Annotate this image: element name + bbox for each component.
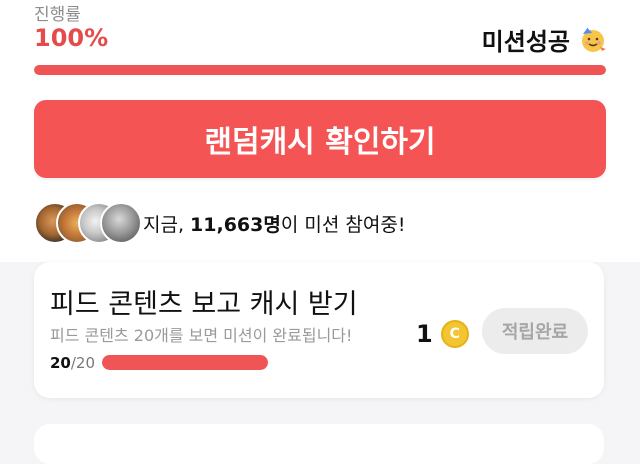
- mission-progress-count: 20/20: [50, 354, 95, 372]
- mission-card: 피드 콘텐츠 보고 캐시 받기 피드 콘텐츠 20개를 보면 미션이 완료됩니다…: [34, 262, 604, 398]
- mission-status: 미션성공: [482, 22, 608, 57]
- participants-prefix: 지금,: [143, 214, 191, 236]
- participants-count: 11,663명: [190, 214, 281, 236]
- cash-coin-icon: C: [440, 320, 469, 348]
- reward: 1 C: [416, 320, 469, 348]
- mission-title: 피드 콘텐츠 보고 캐시 받기: [50, 289, 358, 320]
- progress-bar-fill: [34, 65, 606, 75]
- participant-avatars: [34, 202, 142, 244]
- reward-amount: 1: [416, 320, 433, 348]
- next-mission-card: [34, 424, 604, 464]
- mission-progress-total: /20: [70, 354, 96, 372]
- mission-progress-bar-fill: [102, 355, 268, 370]
- progress-bar: [34, 65, 606, 75]
- mission-progress-bar: [102, 355, 268, 370]
- avatar: [100, 202, 142, 244]
- reward-complete-button[interactable]: 적립완료: [482, 308, 588, 354]
- mission-progress-current: 20: [50, 354, 71, 372]
- mission-description: 피드 콘텐츠 20개를 보면 미션이 완료됩니다!: [50, 326, 353, 345]
- mission-status-text: 미션성공: [481, 28, 570, 56]
- progress-value: 100%: [34, 24, 109, 52]
- participants-suffix: 이 미션 참여중!: [280, 214, 406, 236]
- participant-count-text: 지금, 11,663명이 미션 참여중!: [143, 210, 405, 237]
- random-cash-button[interactable]: 랜덤캐시 확인하기: [34, 100, 606, 178]
- party-face-icon: [582, 26, 606, 52]
- progress-label: 진행률: [34, 5, 81, 25]
